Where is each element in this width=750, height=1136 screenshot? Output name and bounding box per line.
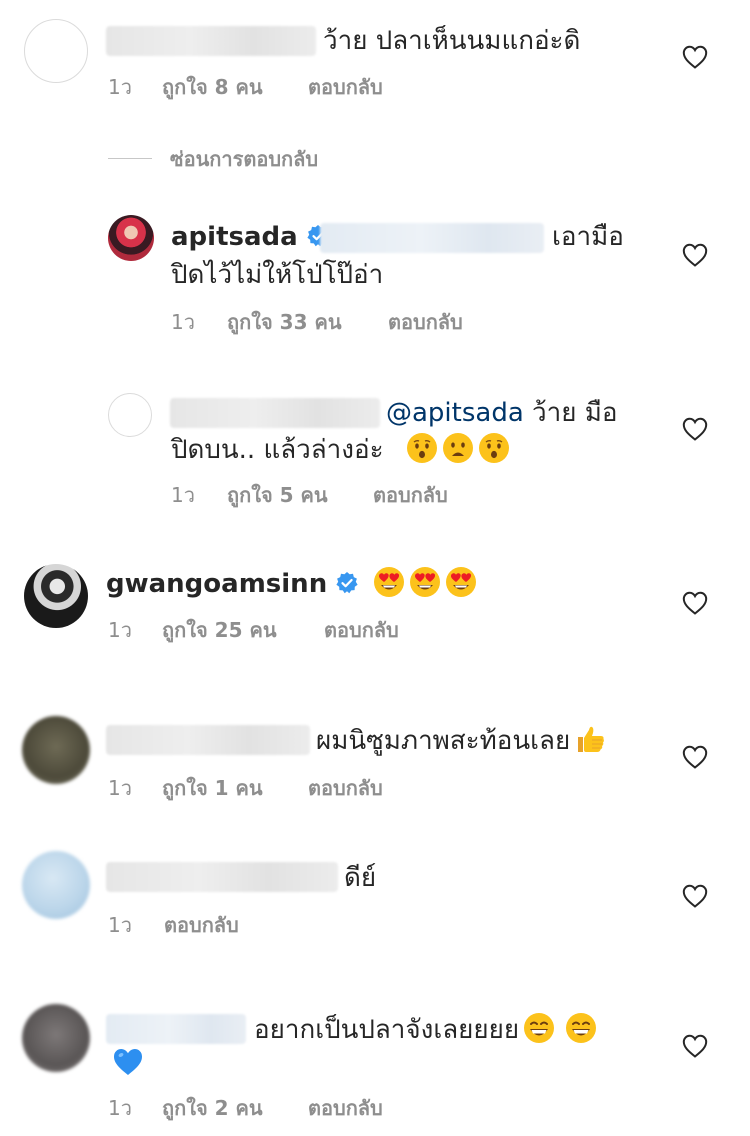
reply-button[interactable]: ตอบกลับ bbox=[373, 482, 448, 508]
blue-heart-icon bbox=[112, 1046, 144, 1078]
heart-icon[interactable] bbox=[682, 243, 708, 267]
avatar[interactable] bbox=[22, 716, 90, 784]
heart-icon[interactable] bbox=[682, 591, 708, 615]
comment-time: 1ว bbox=[108, 1096, 132, 1120]
redacted-username[interactable] bbox=[106, 1014, 246, 1044]
avatar[interactable] bbox=[22, 1004, 90, 1072]
comment-text: ว้าย ปลาเห็นนมแกอ่ะดิ bbox=[323, 26, 581, 56]
avatar[interactable] bbox=[108, 393, 152, 437]
comment-text: ดีย์ bbox=[344, 863, 377, 893]
comment-time: 1ว bbox=[171, 310, 195, 334]
comment-time: 1ว bbox=[171, 483, 195, 507]
comment-text: ปิดไว้ไม่ให้โป่โป๊อ่า bbox=[171, 260, 384, 290]
reply-button[interactable]: ตอบกลับ bbox=[164, 912, 239, 938]
comment-text-part: ปิดบน.. แล้วล่างอ่ะ bbox=[171, 435, 384, 465]
heart-icon[interactable] bbox=[682, 45, 708, 69]
divider bbox=[108, 158, 152, 159]
verified-badge-icon bbox=[335, 571, 359, 595]
reply-button[interactable]: ตอบกลับ bbox=[308, 775, 383, 801]
heart-eyes-icon bbox=[373, 566, 405, 598]
likes-count[interactable]: ถูกใจ 8 คน bbox=[162, 74, 263, 100]
heart-icon[interactable] bbox=[682, 745, 708, 769]
redacted-username[interactable] bbox=[106, 862, 338, 892]
avatar[interactable] bbox=[24, 564, 88, 628]
likes-count[interactable]: ถูกใจ 5 คน bbox=[227, 482, 328, 508]
reply-button[interactable]: ตอบกลับ bbox=[324, 617, 399, 643]
comment-text: อยากเป็นปลาจังเลยยยย bbox=[254, 1012, 597, 1047]
redacted-mention[interactable] bbox=[320, 223, 544, 253]
likes-count[interactable]: ถูกใจ 1 คน bbox=[162, 775, 263, 801]
likes-count[interactable]: ถูกใจ 2 คน bbox=[162, 1095, 263, 1121]
heart-icon[interactable] bbox=[682, 1034, 708, 1058]
mention-link[interactable]: @apitsada bbox=[386, 398, 524, 428]
comment-text: เอามือ bbox=[552, 222, 624, 252]
comment-text-part: ว้าย มือ bbox=[532, 398, 618, 428]
comment-body: apitsada bbox=[171, 220, 336, 254]
username[interactable]: gwangoamsinn bbox=[106, 569, 327, 599]
reply-button[interactable]: ตอบกลับ bbox=[388, 309, 463, 335]
comment-body: gwangoamsinn bbox=[106, 566, 477, 601]
hide-replies-button[interactable]: ซ่อนการตอบกลับ bbox=[170, 146, 318, 172]
redacted-username[interactable] bbox=[170, 398, 380, 428]
likes-count[interactable]: ถูกใจ 25 คน bbox=[162, 617, 277, 643]
comment-time: 1ว bbox=[108, 776, 132, 800]
frowning-face-icon bbox=[442, 432, 474, 464]
heart-eyes-icon bbox=[409, 566, 441, 598]
heart-icon[interactable] bbox=[682, 884, 708, 908]
comment-time: 1ว bbox=[108, 75, 132, 99]
comment-text-part: ผมนิซูมภาพสะท้อนเลย bbox=[316, 726, 571, 756]
comment-time: 1ว bbox=[108, 618, 132, 642]
redacted-username[interactable] bbox=[106, 725, 310, 755]
comment-time: 1ว bbox=[108, 913, 132, 937]
reply-button[interactable]: ตอบกลับ bbox=[308, 74, 383, 100]
avatar[interactable] bbox=[24, 19, 88, 83]
heart-eyes-icon bbox=[445, 566, 477, 598]
thumbs-up-icon bbox=[574, 723, 606, 755]
avatar[interactable] bbox=[22, 851, 90, 919]
grinning-face-icon bbox=[523, 1012, 555, 1044]
hushed-face-icon bbox=[478, 432, 510, 464]
likes-count[interactable]: ถูกใจ 33 คน bbox=[227, 309, 342, 335]
heart-icon[interactable] bbox=[682, 417, 708, 441]
comment-text: @apitsada ว้าย มือ bbox=[386, 396, 618, 430]
grinning-face-icon bbox=[565, 1012, 597, 1044]
avatar[interactable] bbox=[108, 215, 154, 261]
comment-text: ปิดบน.. แล้วล่างอ่ะ bbox=[171, 432, 510, 467]
comment-text-part: อยากเป็นปลาจังเลยยยย bbox=[254, 1015, 520, 1045]
reply-button[interactable]: ตอบกลับ bbox=[308, 1095, 383, 1121]
username[interactable]: apitsada bbox=[171, 222, 298, 252]
redacted-username[interactable] bbox=[106, 26, 316, 56]
comment-text: ผมนิซูมภาพสะท้อนเลย bbox=[316, 723, 606, 758]
hushed-face-icon bbox=[406, 432, 438, 464]
